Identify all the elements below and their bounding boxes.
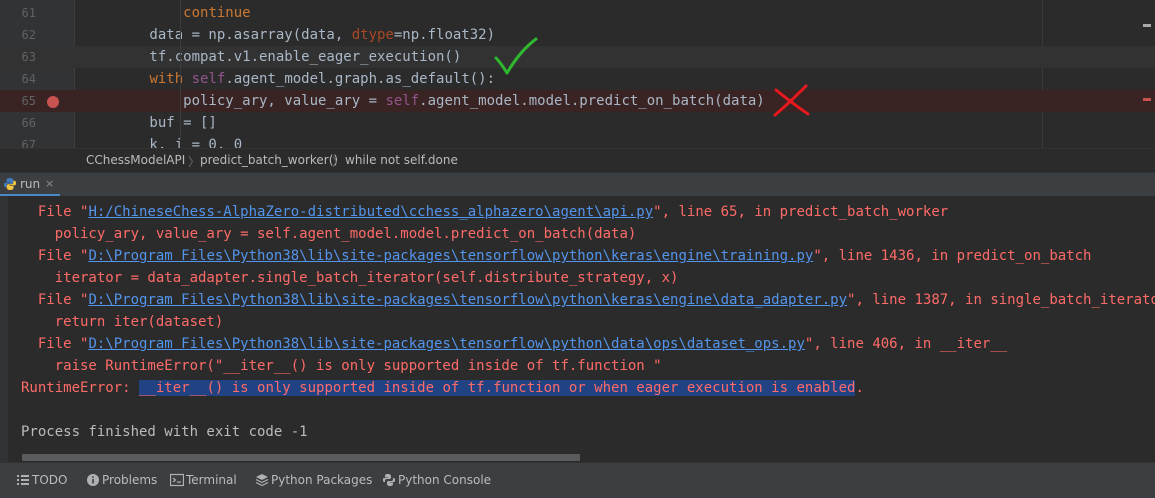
line-number[interactable]: 66	[0, 112, 36, 134]
line-number[interactable]: 63	[0, 46, 36, 68]
bottom-tool-window-bar: TODO Problems Terminal Python Packages P…	[0, 462, 1155, 498]
tool-button-todo-label: TODO	[32, 473, 68, 487]
console-error-text: ", line 65, in predict_batch_worker	[653, 204, 949, 220]
code-editor[interactable]: 61 continue 62 data = np.asarray(data, dt…	[0, 0, 1155, 148]
code-token: continue	[183, 5, 251, 21]
tool-button-terminal-label: Terminal	[186, 473, 237, 487]
code-token: self	[385, 93, 420, 109]
console-text: Process finished with exit code -1	[21, 424, 308, 440]
cross-mark-icon	[773, 84, 810, 117]
code-text[interactable]: buf = []	[82, 112, 217, 134]
run-console[interactable]: File "H:/ChineseChess-AlphaZero-distribu…	[0, 196, 1155, 462]
line-number[interactable]: 65	[0, 90, 36, 112]
console-line[interactable]: iterator = data_adapter.single_batch_ite…	[21, 267, 679, 289]
console-error-text: raise RuntimeError("__iter__() is only s…	[21, 358, 662, 374]
console-line[interactable]: raise RuntimeError("__iter__() is only s…	[21, 355, 662, 377]
console-line[interactable]: File "D:\Program Files\Python38\lib\site…	[21, 333, 1007, 355]
code-token: self	[191, 71, 226, 87]
console-line[interactable]: File "H:/ChineseChess-AlphaZero-distribu…	[21, 201, 948, 223]
python-console-icon	[383, 474, 395, 486]
scrollbar-error-marker[interactable]	[1143, 98, 1151, 101]
file-link[interactable]: D:\Program Files\Python38\lib\site-packa…	[88, 292, 847, 308]
breadcrumb: CChessModelAPI 〉 predict_batch_worker() …	[0, 148, 1155, 170]
line-number[interactable]: 62	[0, 24, 36, 46]
packages-icon	[255, 474, 269, 487]
line-number[interactable]: 61	[0, 2, 36, 24]
file-link[interactable]: H:/ChineseChess-AlphaZero-distributed\cc…	[88, 204, 653, 220]
python-icon	[4, 178, 16, 190]
console-line[interactable]: policy_ary, value_ary = self.agent_model…	[21, 223, 637, 245]
code-line[interactable]: 65 policy_ary, value_ary = self.agent_mo…	[0, 90, 1155, 112]
console-error-text: ", line 1387, in single_batch_iterator	[847, 292, 1155, 308]
close-icon[interactable]: ×	[45, 177, 54, 190]
breadcrumb-separator: 〉	[332, 155, 345, 169]
code-token: .agent_model.graph.as_default():	[225, 71, 496, 87]
code-text[interactable]: policy_ary, value_ary = self.agent_model…	[82, 90, 765, 112]
console-error-text: ", line 1436, in predict_on_batch	[813, 248, 1092, 264]
code-token: data = np.asarray(data,	[82, 27, 352, 43]
check-mark-icon	[494, 37, 538, 75]
breakpoint-icon[interactable]	[47, 96, 59, 108]
indent-guide	[180, 0, 181, 140]
breadcrumb-separator: 〉	[188, 155, 201, 169]
breadcrumb-function[interactable]: predict_batch_worker()	[200, 153, 338, 167]
console-line[interactable]: File "D:\Program Files\Python38\lib\site…	[21, 245, 1092, 267]
code-token: buf = []	[82, 115, 217, 131]
console-error-text: iterator = data_adapter.single_batch_ite…	[21, 270, 679, 286]
console-error-text: policy_ary, value_ary = self.agent_model…	[21, 226, 637, 242]
tab-run[interactable]: run ×	[0, 173, 60, 197]
code-token: dtype	[351, 27, 394, 43]
code-token: tf.compat.v1.enable_eager_execution()	[82, 49, 462, 65]
console-error-text: File "	[21, 204, 89, 220]
code-token: policy_ary, value_ary =	[82, 93, 386, 109]
console-toolbar-strip	[0, 196, 8, 462]
scrollbar-marker[interactable]	[1143, 24, 1151, 27]
file-link[interactable]: D:\Program Files\Python38\lib\site-packa…	[88, 248, 813, 264]
console-line[interactable]: return iter(dataset)	[21, 311, 224, 333]
console-error-text: File "	[21, 336, 89, 352]
code-line[interactable]: 66 buf = []	[0, 112, 1155, 134]
breadcrumb-class[interactable]: CChessModelAPI	[86, 153, 185, 167]
run-tool-window-header: run ×	[0, 172, 1155, 197]
code-text[interactable]: tf.compat.v1.enable_eager_execution()	[82, 46, 461, 68]
code-line[interactable]: 63 tf.compat.v1.enable_eager_execution()	[0, 46, 1155, 68]
horizontal-scrollbar[interactable]	[22, 454, 580, 461]
console-error-text: return iter(dataset)	[21, 314, 224, 330]
file-link[interactable]: D:\Program Files\Python38\lib\site-packa…	[88, 336, 804, 352]
console-line[interactable]: RuntimeError: __iter__() is only support…	[21, 377, 864, 399]
tool-button-python-packages-label: Python Packages	[271, 473, 373, 487]
terminal-icon	[170, 473, 184, 487]
console-line[interactable]: File "D:\Program Files\Python38\lib\site…	[21, 289, 1155, 311]
code-line[interactable]: 64 with self.agent_model.graph.as_defaul…	[0, 68, 1155, 90]
code-text[interactable]: k, i = 0, 0	[82, 134, 242, 148]
run-tab-label: run	[20, 177, 41, 191]
list-icon	[17, 475, 29, 485]
console-error-text: RuntimeError:	[21, 380, 140, 396]
line-number[interactable]: 64	[0, 68, 36, 90]
code-token: .agent_model.model.predict_on_batch(data…	[419, 93, 765, 109]
info-icon	[87, 474, 99, 486]
console-error-text: .	[855, 380, 864, 396]
console-error-text: ", line 406, in __iter__	[804, 336, 1008, 352]
code-token: k, i = 0, 0	[82, 137, 243, 148]
tool-button-problems-label: Problems	[102, 473, 158, 487]
selected-error-message[interactable]: __iter__() is only supported inside of t…	[139, 380, 856, 396]
breadcrumb-loop[interactable]: while not self.done	[345, 153, 458, 167]
code-line[interactable]: 67 k, i = 0, 0	[0, 134, 1155, 148]
code-line[interactable]: 61 continue	[0, 2, 1155, 24]
console-line[interactable]: Process finished with exit code -1	[21, 421, 308, 443]
code-token: with	[149, 71, 192, 87]
console-error-text: File "	[21, 248, 89, 264]
code-token: =np.float32)	[393, 27, 496, 43]
tool-button-python-console-label: Python Console	[398, 473, 492, 487]
code-text[interactable]: data = np.asarray(data, dtype=np.float32…	[82, 24, 495, 46]
code-line[interactable]: 62 data = np.asarray(data, dtype=np.floa…	[0, 24, 1155, 46]
line-number[interactable]: 67	[0, 134, 36, 148]
console-error-text: File "	[21, 292, 89, 308]
code-text[interactable]: with self.agent_model.graph.as_default()…	[82, 68, 495, 90]
code-text[interactable]: continue	[82, 2, 251, 24]
